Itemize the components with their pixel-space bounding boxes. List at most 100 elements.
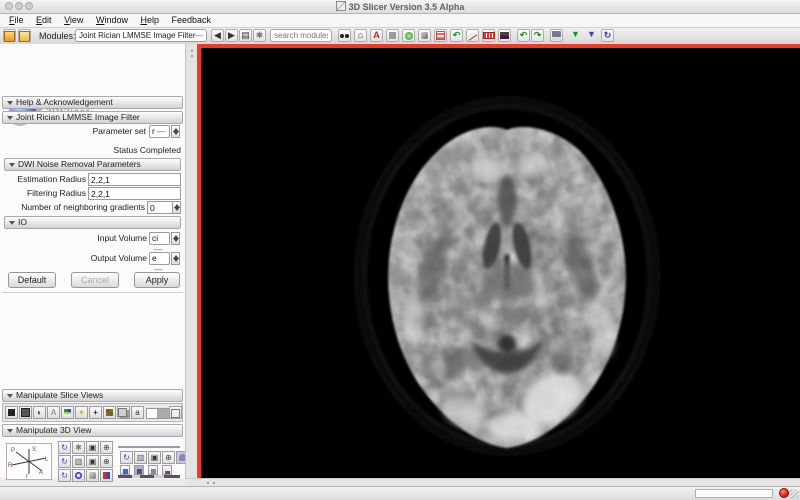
splitter-handle-dot [207,482,209,484]
parameter-set-combo[interactable]: r — [149,125,170,138]
view3d-stereo-button[interactable] [100,469,113,482]
menu-view[interactable]: View [59,14,88,26]
resize-grip-icon[interactable] [789,489,799,499]
view3d-small4-button[interactable] [162,465,172,475]
slice-layout-button[interactable] [61,406,74,419]
snapshot-button[interactable]: ↶ [450,29,463,42]
letter-a-icon: A [50,408,57,417]
section-divider [2,292,183,293]
view3d-magnify-button[interactable]: ⊕ [162,451,175,464]
slice-viewport[interactable] [201,48,800,478]
cancel-button[interactable]: Cancel [71,272,119,288]
view3d-snapshot-button[interactable]: ▣ [86,455,99,468]
mini-icon [164,471,170,474]
dwi-section-header[interactable]: DWI Noise Removal Parameters [4,158,181,171]
view3d-zoomin-button[interactable]: ⊕ [100,441,113,454]
home-module-button[interactable]: ⌂ [354,29,367,42]
gear-icon: ✱ [75,443,82,452]
volumes-module-button[interactable] [402,29,415,42]
redo-button[interactable]: ↷ [531,29,544,42]
view3d-select-button[interactable] [86,469,99,482]
view3d-axes-widget[interactable]: P S L A I R [6,443,52,480]
fit-window-icon [8,409,15,416]
module-search-input[interactable] [270,29,332,42]
screenshot-button[interactable] [498,29,511,42]
view3d-spin-button[interactable]: ✱ [72,441,85,454]
menu-help[interactable]: Help [135,14,164,26]
default-button[interactable]: Default [8,272,56,288]
sync-button[interactable]: ↻ [601,29,614,42]
layout-colors-icon [64,409,71,416]
slice-grid-button[interactable] [103,406,116,419]
menu-window[interactable]: Window [91,14,133,26]
main-toolbar: Modules: — Joint Rician LMMSE Image Filt… [0,28,800,45]
module-selector[interactable]: — Joint Rician LMMSE Image Filter [75,29,207,42]
slice-compare-button[interactable] [117,406,130,419]
gradients-input[interactable] [147,201,173,214]
roi-module-button[interactable] [386,29,399,42]
fiducials-module-button[interactable]: A [370,29,383,42]
view3d-small2-button[interactable] [134,465,144,475]
save-scene-button[interactable] [18,29,31,42]
module-history-button[interactable]: ▤ [239,29,252,42]
view3d-box-button[interactable]: ▥ [72,455,85,468]
io-section-header[interactable]: IO [4,216,181,229]
input-volume-spinner[interactable] [171,232,180,245]
view3d-camera-button[interactable]: ▣ [86,441,99,454]
view3d-small3-button[interactable] [148,465,158,475]
slice-annotation-button[interactable]: A [47,406,60,419]
load-scene-button[interactable] [3,29,16,42]
module-next-button[interactable]: ▶ [225,29,238,42]
slice-crosshair-button[interactable]: + [89,406,102,419]
slice-star-button[interactable]: ✦ [75,406,88,419]
save-data-button[interactable] [550,29,563,42]
menu-edit[interactable]: Edit [31,14,57,26]
filtering-radius-label: Filtering Radius [26,188,86,198]
module-prev-button[interactable]: ◀ [211,29,224,42]
view3d-record-button[interactable]: ▣ [148,451,161,464]
menu-feedback[interactable]: Feedback [167,14,217,26]
ruler-button[interactable] [482,29,495,42]
load-volume-button[interactable]: ▼ [569,29,582,42]
view3d-eye-button[interactable] [72,469,85,482]
view3d-pitch-button[interactable]: ↻ [58,441,71,454]
undo-button[interactable]: ↶ [517,29,530,42]
hand-icon [421,32,428,39]
slice-bg-button[interactable] [19,406,32,419]
find-modules-button[interactable] [338,29,351,42]
view3d-rotate2-button[interactable]: ↻ [120,451,133,464]
bottom-splitter[interactable] [185,478,800,486]
error-log-icon[interactable] [779,488,789,498]
slice-views-section-header[interactable]: Manipulate Slice Views [2,389,183,402]
view3d-section-header[interactable]: Manipulate 3D View [2,424,183,437]
output-volume-combo[interactable]: e— [149,252,170,274]
estimation-radius-input[interactable] [88,173,181,186]
view3d-clip-button[interactable]: ▥ [134,451,147,464]
view3d-roll-button[interactable]: ↻ [58,455,71,468]
apply-button[interactable]: Apply [134,272,180,288]
models-module-button[interactable] [418,29,431,42]
view3d-slider[interactable] [118,475,180,478]
parameter-set-spinner[interactable] [171,125,180,138]
load-dwi-button[interactable]: ▼ [585,29,598,42]
camera-icon: ▣ [88,457,97,466]
view3d-zoomout-button[interactable]: ⊕ [100,455,113,468]
module-refresh-button[interactable]: ✱ [253,29,266,42]
slice-link-button[interactable] [169,406,182,419]
output-volume-spinner[interactable] [171,252,180,265]
slice-toggle-button[interactable]: ◐ [33,406,46,419]
filtering-radius-input[interactable] [88,187,181,200]
axis-i: I [26,474,28,479]
input-volume-combo[interactable]: ci— [149,232,170,254]
view3d-look-button[interactable]: ↻ [58,469,71,482]
filter-section-header[interactable]: Joint Rician LMMSE Image Filter [2,111,183,124]
slice-label-button[interactable]: a [131,406,144,419]
tractography-module-button[interactable] [434,29,447,42]
view3d-small1-button[interactable] [120,465,130,475]
help-section-header[interactable]: Help & Acknowledgement [2,96,183,109]
pencil-icon [468,34,477,41]
slice-fit-button[interactable] [5,406,18,419]
menu-file[interactable]: File [4,14,29,26]
gradients-spinner[interactable] [172,201,181,214]
annotations-button[interactable] [466,29,479,42]
